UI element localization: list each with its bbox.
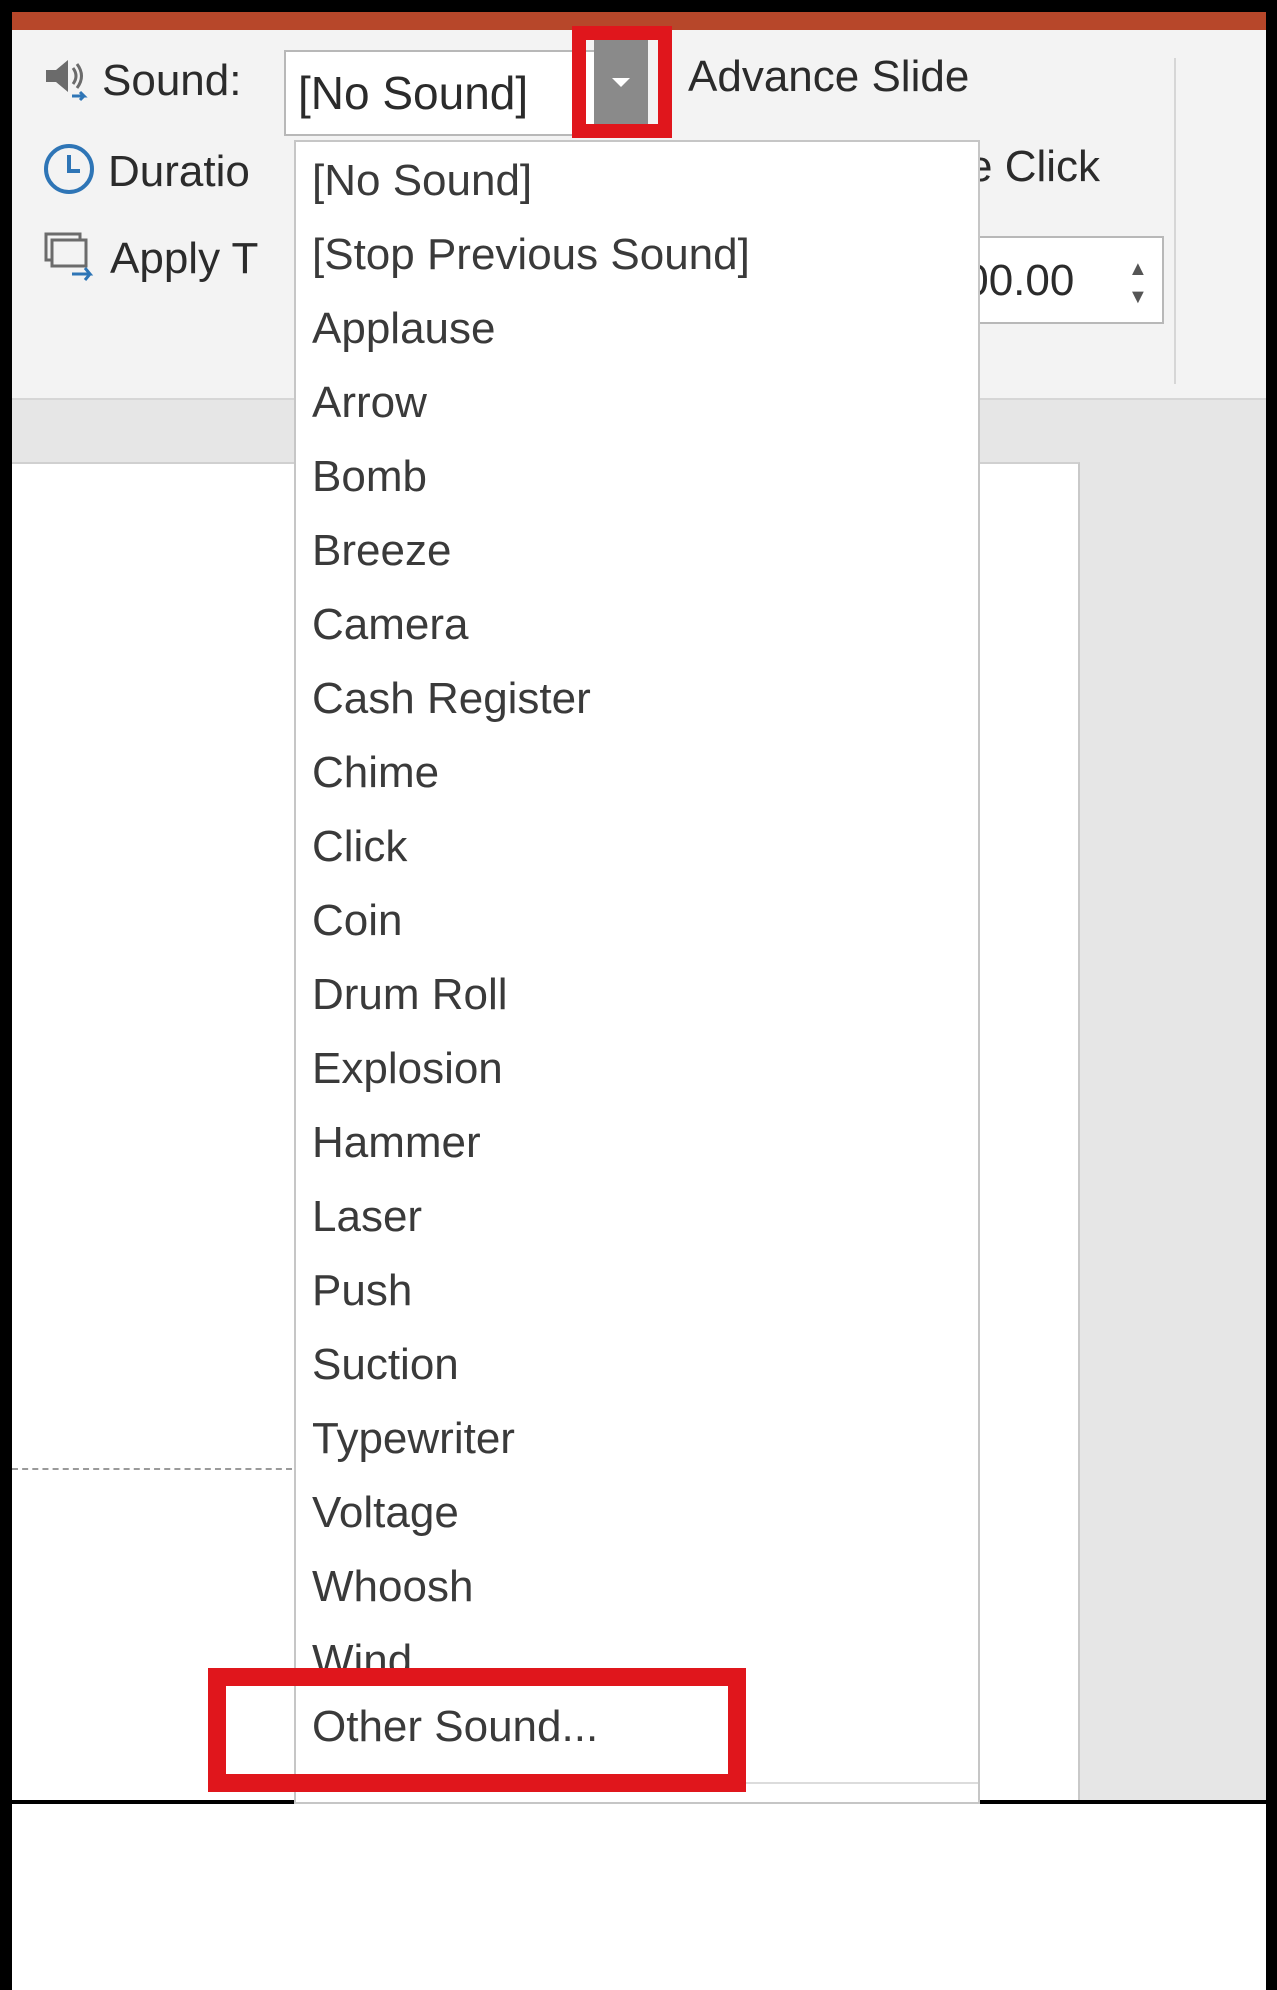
other-sound-highlight — [208, 1668, 746, 1792]
spin-down-icon[interactable]: ▼ — [1128, 286, 1148, 309]
list-item[interactable]: Hammer — [312, 1118, 481, 1168]
list-item[interactable]: Chime — [312, 748, 439, 798]
list-item[interactable]: Applause — [312, 304, 495, 354]
list-item[interactable]: Camera — [312, 600, 469, 650]
notes-pane[interactable] — [12, 1800, 1266, 1990]
dropdown-button-highlight — [572, 26, 672, 138]
list-item[interactable]: Laser — [312, 1192, 422, 1242]
list-item[interactable]: Typewriter — [312, 1414, 515, 1464]
list-item[interactable]: Coin — [312, 896, 403, 946]
on-mouse-click-group[interactable]: e Click — [968, 142, 1100, 192]
app-window: Sound: [No Sound] Advance Slide Duratio … — [12, 12, 1266, 1990]
apply-to-all-button[interactable]: Apply T — [42, 230, 258, 287]
advance-slide-group: Advance Slide — [688, 52, 969, 102]
sound-label: Sound: — [102, 55, 242, 105]
list-item[interactable]: Bomb — [312, 452, 427, 502]
duration-label: Duratio — [108, 146, 250, 196]
advance-slide-label: Advance Slide — [688, 52, 970, 101]
list-item[interactable]: Explosion — [312, 1044, 503, 1094]
on-mouse-click-label: e Click — [968, 142, 1101, 191]
list-item[interactable]: Breeze — [312, 526, 451, 576]
placeholder-border — [12, 1468, 292, 1470]
spin-up-icon[interactable]: ▲ — [1128, 258, 1148, 281]
sound-row: Sound: — [42, 52, 241, 109]
sound-dropdown-list: [No Sound] [Stop Previous Sound] Applaus… — [294, 140, 980, 1804]
apply-to-all-icon — [42, 230, 98, 287]
speaker-icon — [42, 52, 90, 109]
list-item[interactable]: Voltage — [312, 1488, 459, 1538]
apply-to-all-label: Apply T — [110, 233, 259, 283]
list-item[interactable]: Suction — [312, 1340, 459, 1390]
list-item[interactable]: Drum Roll — [312, 970, 508, 1020]
list-item[interactable]: Push — [312, 1266, 412, 1316]
clock-icon — [42, 142, 96, 201]
list-item[interactable]: [Stop Previous Sound] — [312, 230, 750, 280]
sound-select-value: [No Sound] — [298, 67, 529, 119]
list-item[interactable]: Cash Register — [312, 674, 591, 724]
list-item[interactable]: Click — [312, 822, 407, 872]
duration-row: Duratio — [42, 142, 250, 201]
list-item[interactable]: Whoosh — [312, 1562, 473, 1612]
ribbon-group-separator — [1174, 58, 1176, 384]
list-item[interactable]: Arrow — [312, 378, 427, 428]
list-item[interactable]: [No Sound] — [312, 156, 532, 206]
